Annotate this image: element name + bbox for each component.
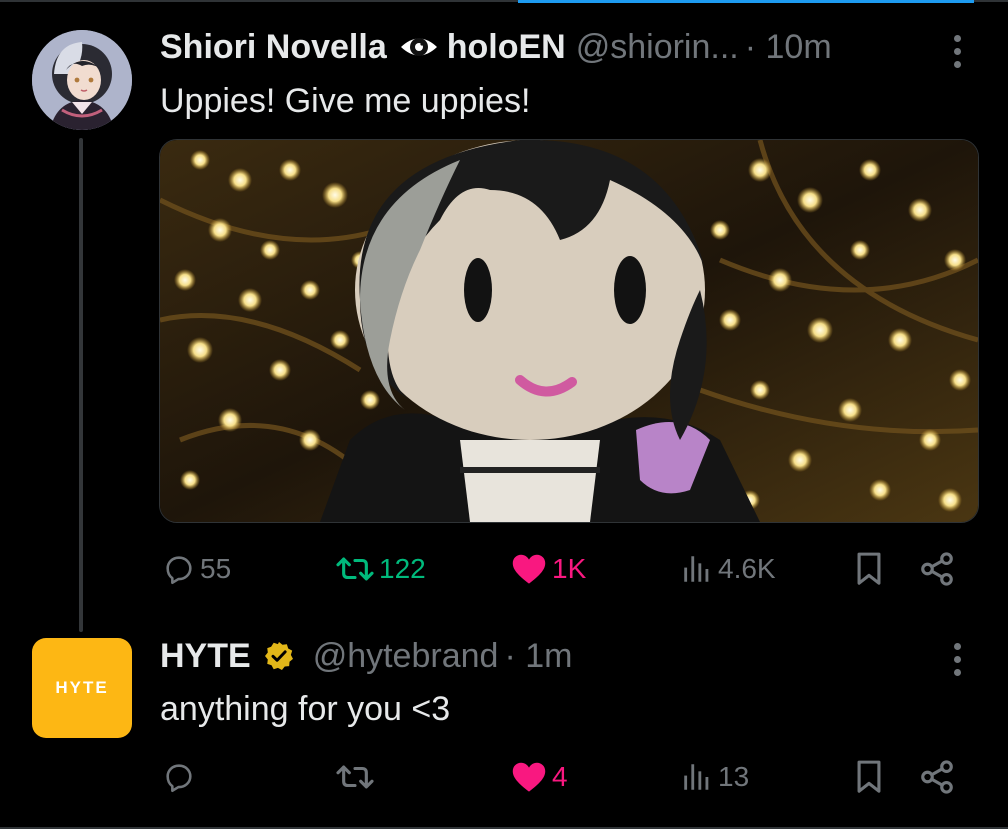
reply-icon	[166, 764, 192, 793]
share-button[interactable]	[918, 550, 956, 588]
heart-filled-icon	[512, 762, 546, 792]
tweet-thread: Shiori Novella holoEN @shiorin... · 10m …	[0, 0, 1008, 829]
timestamp[interactable]: · 1m	[504, 636, 572, 676]
crochet-doll-photo	[160, 140, 978, 522]
reply-button[interactable]: 55	[162, 552, 231, 586]
gold-verified-badge-icon	[263, 640, 295, 672]
share-icon	[921, 760, 953, 794]
tweet-text: Uppies! Give me uppies!	[160, 82, 531, 120]
avatar-hyte[interactable]: HYTE	[32, 638, 132, 738]
repost-button[interactable]	[335, 760, 379, 794]
reply-icon	[166, 556, 192, 585]
more-options-icon[interactable]	[942, 639, 972, 679]
affiliate-name[interactable]: holoEN	[447, 27, 566, 67]
like-button[interactable]: 1K	[510, 552, 586, 586]
handle[interactable]: @hytebrand	[313, 636, 499, 676]
tweet2-header: HYTE @hytebrand · 1m	[160, 636, 572, 676]
tweet1-header: Shiori Novella holoEN @shiorin... · 10m	[160, 27, 832, 67]
bookmark-button[interactable]	[852, 550, 886, 588]
view-count: 13	[718, 761, 750, 792]
handle[interactable]: @shiorin...	[576, 27, 739, 67]
timestamp[interactable]: · 10m	[745, 27, 832, 67]
heart-filled-icon	[512, 554, 546, 584]
tweet-photo[interactable]	[159, 139, 979, 523]
active-tab-indicator	[518, 0, 974, 3]
repost-button[interactable]: 122	[335, 552, 426, 586]
like-count: 1K	[552, 553, 587, 584]
repost-count: 122	[379, 553, 426, 584]
bookmark-icon	[857, 760, 881, 793]
views-bar-chart-icon	[684, 764, 709, 790]
holoen-eye-icon	[399, 32, 439, 62]
share-icon	[921, 552, 953, 586]
views-button[interactable]: 4.6K	[680, 552, 776, 586]
view-count: 4.6K	[718, 553, 776, 584]
repost-icon	[336, 765, 374, 789]
views-bar-chart-icon	[684, 556, 709, 582]
views-button[interactable]: 13	[680, 760, 749, 794]
like-button[interactable]: 4	[510, 760, 568, 794]
like-count: 4	[552, 761, 568, 792]
tweet-text: anything for you <3	[160, 690, 451, 728]
thread-connector-line	[79, 138, 83, 632]
avatar-shiori[interactable]	[32, 30, 132, 130]
hyte-logo: HYTE	[55, 678, 109, 697]
reply-button[interactable]	[162, 760, 200, 794]
more-options-icon[interactable]	[942, 31, 972, 71]
repost-icon	[336, 557, 374, 581]
reply-count: 55	[200, 553, 232, 584]
display-name[interactable]: HYTE	[160, 636, 251, 676]
bookmark-button[interactable]	[852, 758, 886, 796]
avatar-illustration	[32, 30, 132, 130]
display-name[interactable]: Shiori Novella	[160, 27, 387, 67]
share-button[interactable]	[918, 758, 956, 796]
bookmark-icon	[857, 552, 881, 585]
